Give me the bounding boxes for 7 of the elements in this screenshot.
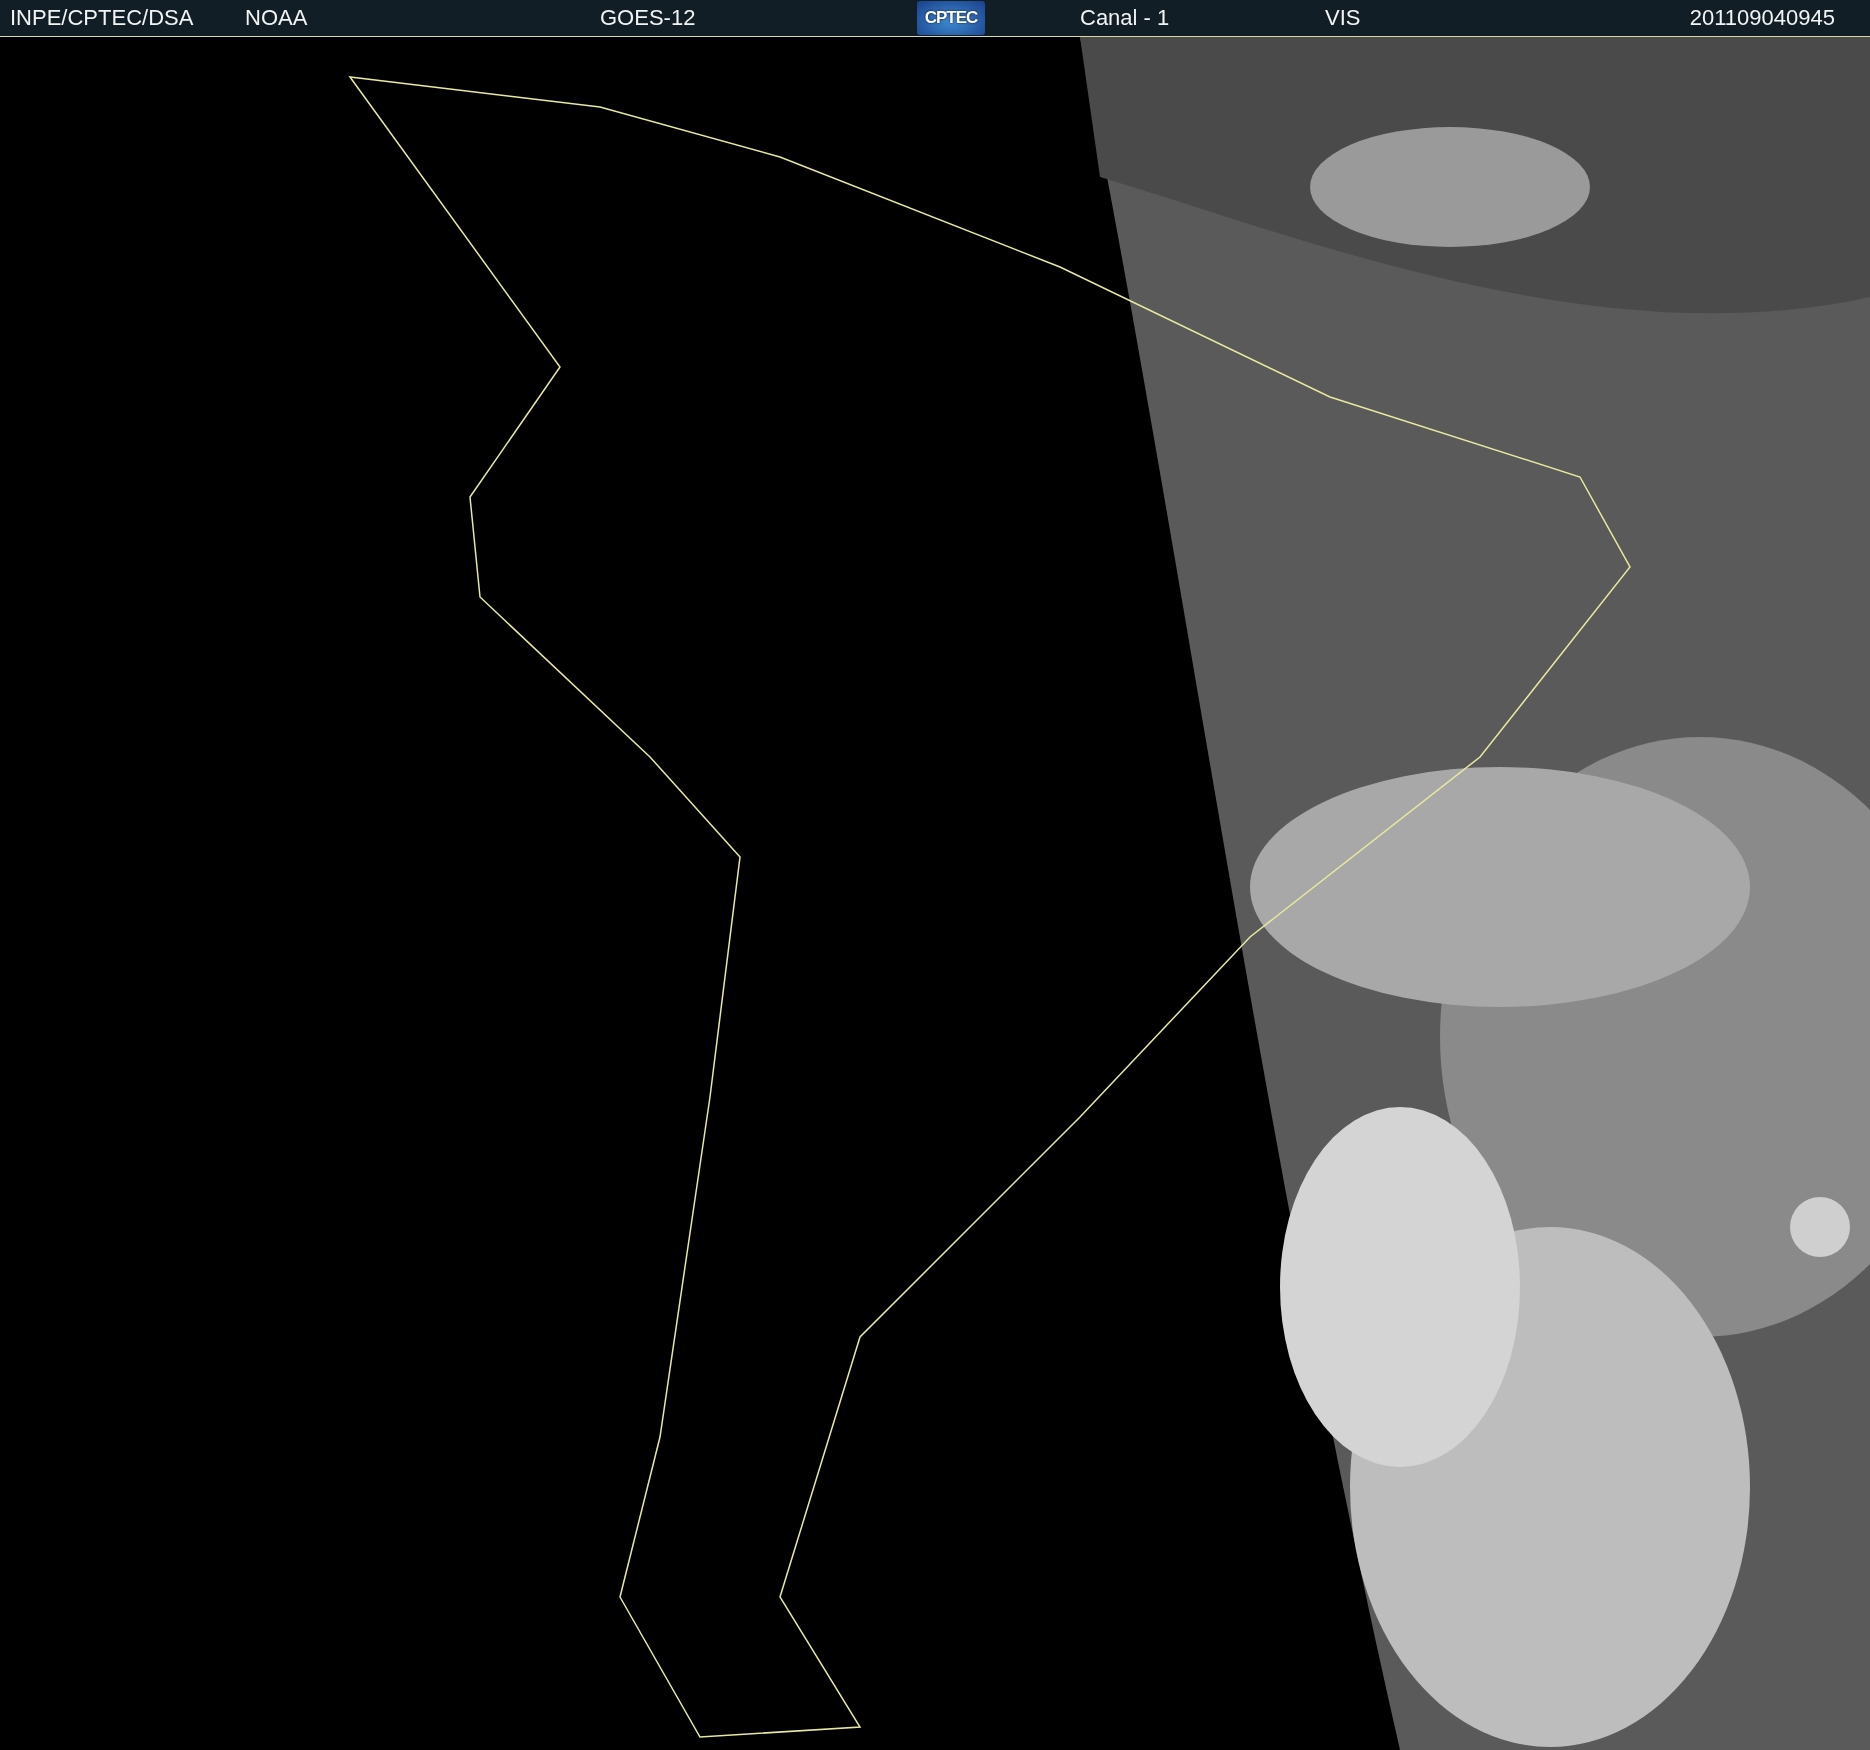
timestamp-label: 201109040945: [1689, 5, 1835, 31]
band-label: VIS: [1325, 5, 1361, 31]
logo: CPTEC: [917, 1, 985, 35]
channel-label: Canal - 1: [1080, 5, 1170, 31]
satellite-label: GOES-12: [600, 5, 696, 31]
source-label: INPE/CPTEC/DSA: [10, 5, 194, 31]
agency-label: NOAA: [245, 5, 308, 31]
